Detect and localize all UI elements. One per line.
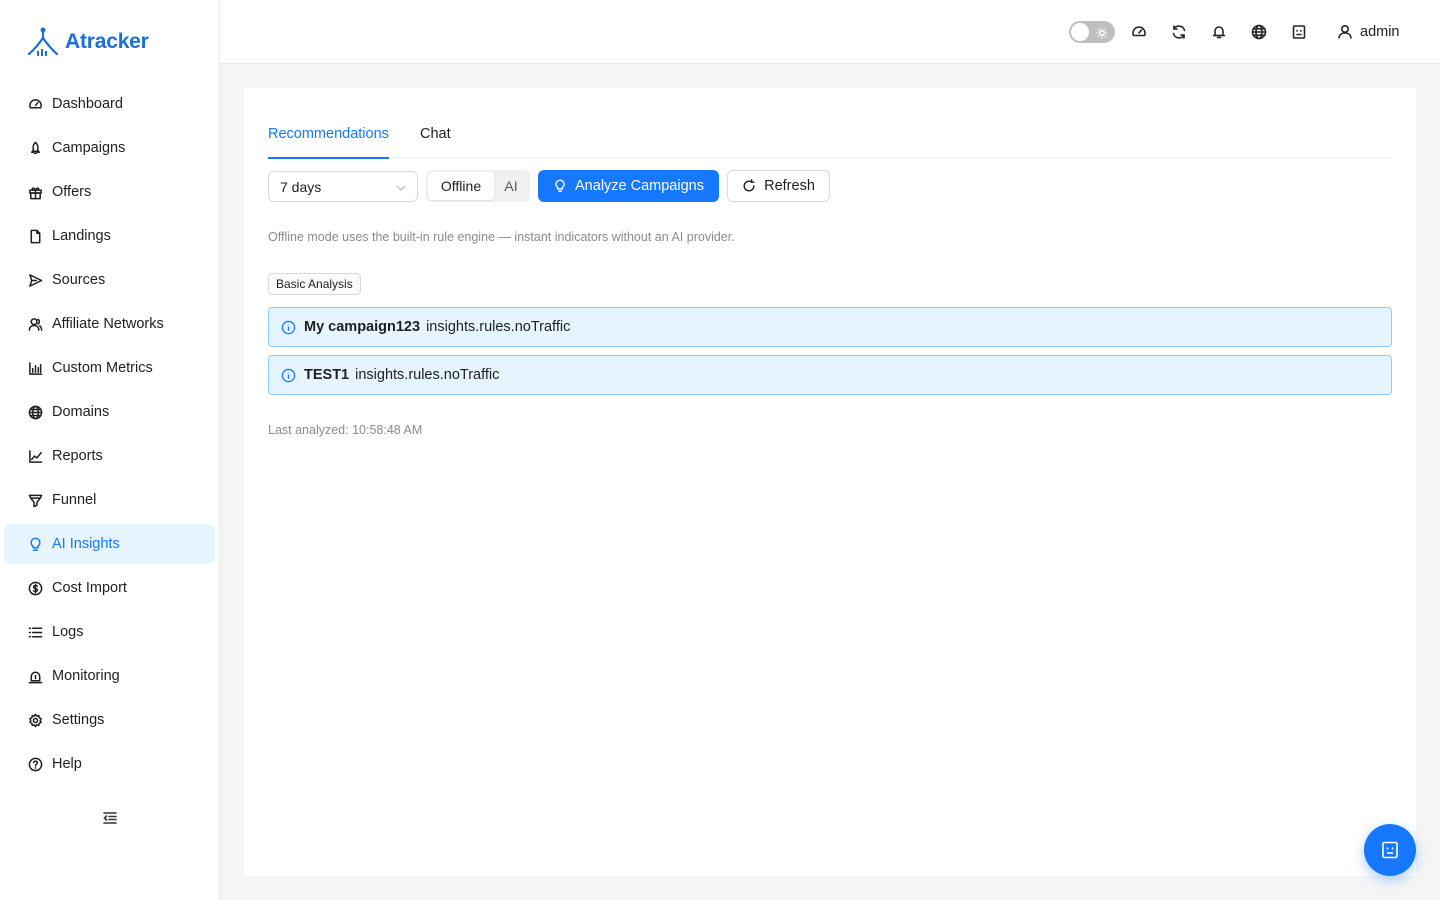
gear-icon	[26, 711, 44, 729]
users-icon	[26, 315, 44, 333]
globe-icon[interactable]	[1250, 23, 1268, 41]
sidebar-nav: Dashboard Campaigns Offers Landings Sour…	[4, 84, 215, 788]
sidebar-item-label: Help	[52, 756, 82, 772]
mode-hint: Offline mode uses the built-in rule engi…	[268, 230, 735, 244]
rocket-icon	[26, 139, 44, 157]
sidebar-item-help[interactable]: Help	[4, 744, 215, 784]
sidebar-item-label: Affiliate Networks	[52, 316, 164, 332]
reload-icon	[743, 179, 755, 192]
user-icon	[1338, 24, 1352, 39]
sidebar-item-label: Cost Import	[52, 580, 127, 596]
period-select[interactable]: 7 days	[268, 171, 418, 202]
sidebar-item-logs[interactable]: Logs	[4, 612, 215, 652]
insight-alert: My campaign123 insights.rules.noTraffic	[268, 307, 1392, 347]
tab-recommendations[interactable]: Recommendations	[268, 126, 389, 159]
globe-icon	[26, 403, 44, 421]
sidebar-item-offers[interactable]: Offers	[4, 172, 215, 212]
refresh-label: Refresh	[764, 178, 815, 194]
dollar-icon	[26, 579, 44, 597]
sidebar-item-label: Campaigns	[52, 140, 126, 156]
sidebar-item-label: AI Insights	[52, 536, 120, 552]
question-icon	[26, 755, 44, 773]
sidebar: Atracker Dashboard Campaigns Offers Land…	[0, 0, 220, 900]
list-icon	[26, 623, 44, 641]
sidebar-item-domains[interactable]: Domains	[4, 392, 215, 432]
line-chart-icon	[26, 447, 44, 465]
brand-name: Atracker	[65, 30, 149, 53]
mode-segmented: Offline AI	[426, 170, 530, 202]
funnel-icon	[26, 491, 44, 509]
sun-icon	[1096, 26, 1108, 39]
file-icon	[26, 227, 44, 245]
sidebar-item-campaigns[interactable]: Campaigns	[4, 128, 215, 168]
robot-icon	[1382, 841, 1398, 859]
sidebar-item-label: Funnel	[52, 492, 97, 508]
gift-icon	[26, 183, 44, 201]
sidebar-item-label: Settings	[52, 712, 105, 728]
sidebar-item-dashboard[interactable]: Dashboard	[4, 84, 215, 124]
period-select-value: 7 days	[280, 178, 322, 195]
sidebar-item-monitoring[interactable]: Monitoring	[4, 656, 215, 696]
menu-fold-icon[interactable]	[101, 809, 119, 827]
send-icon	[26, 271, 44, 289]
user-menu[interactable]: admin	[1337, 21, 1400, 43]
theme-toggle[interactable]	[1069, 21, 1115, 43]
info-icon	[281, 368, 296, 383]
alert-message: insights.rules.noTraffic	[426, 319, 571, 335]
sidebar-item-settings[interactable]: Settings	[4, 700, 215, 740]
logo-icon	[27, 27, 59, 56]
last-analyzed: Last analyzed: 10:58:48 AM	[268, 423, 423, 437]
bell-icon[interactable]	[1210, 23, 1228, 41]
analysis-tag: Basic Analysis	[268, 273, 361, 295]
ai-assistant-button[interactable]	[1364, 824, 1416, 876]
sidebar-item-funnel[interactable]: Funnel	[4, 480, 215, 520]
alert-message: insights.rules.noTraffic	[355, 367, 500, 383]
sidebar-item-label: Dashboard	[52, 96, 123, 112]
sidebar-item-label: Offers	[52, 184, 92, 200]
bar-chart-icon	[26, 359, 44, 377]
sidebar-item-reports[interactable]: Reports	[4, 436, 215, 476]
user-name: admin	[1360, 24, 1400, 40]
sidebar-item-label: Domains	[52, 404, 110, 420]
sidebar-item-label: Reports	[52, 448, 103, 464]
dashboard-icon	[26, 95, 44, 113]
alert-title: TEST1	[304, 367, 350, 383]
tab-chat[interactable]: Chat	[420, 126, 451, 158]
bulb-icon	[26, 535, 44, 553]
sidebar-item-label: Custom Metrics	[52, 360, 153, 376]
sidebar-item-label: Landings	[52, 228, 111, 244]
sidebar-item-label: Monitoring	[52, 668, 120, 684]
refresh-button[interactable]: Refresh	[727, 170, 830, 202]
insight-alert: TEST1 insights.rules.noTraffic	[268, 355, 1392, 395]
sidebar-item-sources[interactable]: Sources	[4, 260, 215, 300]
chevron-down-icon	[395, 181, 407, 193]
analyze-campaigns-label: Analyze Campaigns	[575, 178, 704, 194]
analyze-campaigns-button[interactable]: Analyze Campaigns	[538, 170, 719, 202]
bulb-icon	[555, 179, 565, 192]
sidebar-item-landings[interactable]: Landings	[4, 216, 215, 256]
alarm-icon	[26, 667, 44, 685]
toggle-knob	[1071, 23, 1089, 41]
dashboard-icon[interactable]	[1130, 23, 1148, 41]
main-card: Recommendations Chat 7 days Offline AI A…	[244, 88, 1416, 876]
tabs: Recommendations Chat	[268, 126, 1392, 159]
sidebar-item-affiliate-networks[interactable]: Affiliate Networks	[4, 304, 215, 344]
sidebar-item-custom-metrics[interactable]: Custom Metrics	[4, 348, 215, 388]
alert-title: My campaign123	[304, 319, 421, 335]
mode-offline[interactable]: Offline	[428, 172, 494, 200]
info-icon	[281, 320, 296, 335]
sidebar-item-label: Sources	[52, 272, 106, 288]
sidebar-item-cost-import[interactable]: Cost Import	[4, 568, 215, 608]
mode-ai[interactable]: AI	[494, 172, 528, 200]
sync-icon[interactable]	[1170, 23, 1188, 41]
sidebar-item-label: Logs	[52, 624, 84, 640]
robot-icon[interactable]	[1290, 23, 1308, 41]
top-header: admin	[220, 0, 1440, 64]
logo[interactable]: Atracker	[26, 26, 149, 58]
sidebar-item-ai-insights[interactable]: AI Insights	[4, 524, 215, 564]
